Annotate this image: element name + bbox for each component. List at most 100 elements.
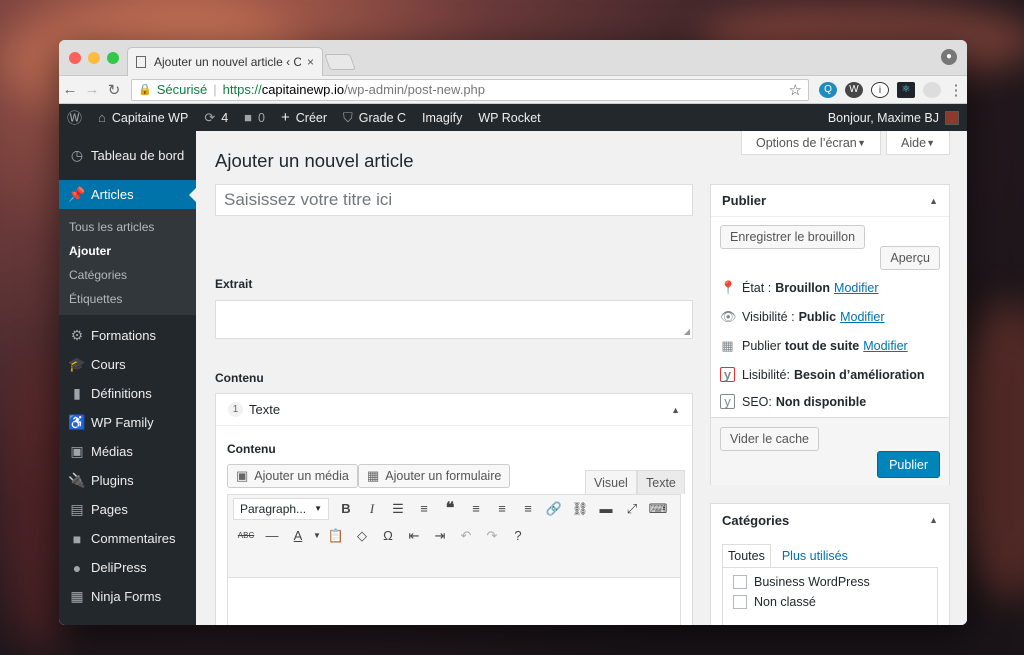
bullet-list-icon[interactable]: ☰ bbox=[385, 498, 411, 520]
align-left-icon[interactable]: ≡ bbox=[463, 498, 489, 520]
italic-icon[interactable]: I bbox=[359, 498, 385, 520]
add-media-button[interactable]: ▣ Ajouter un média bbox=[227, 464, 358, 488]
close-tab-icon[interactable]: × bbox=[307, 55, 314, 69]
adminbar-imagify[interactable]: Imagify bbox=[414, 104, 470, 131]
new-tab-button[interactable] bbox=[324, 54, 356, 70]
browser-tab[interactable]: Ajouter un nouvel article ‹ Capitaine WP… bbox=[127, 47, 323, 76]
reload-icon[interactable]: ↻ bbox=[103, 81, 125, 99]
modify-visibility-link[interactable]: Modifier bbox=[840, 310, 884, 324]
sidebar-item-plugins[interactable]: 🔌 Plugins bbox=[59, 466, 196, 495]
preview-button[interactable]: Aperçu bbox=[880, 246, 940, 270]
sidebar-item-pages[interactable]: ▤ Pages bbox=[59, 495, 196, 524]
collapse-arrow-icon[interactable]: ▲ bbox=[671, 405, 680, 415]
checkbox[interactable] bbox=[733, 575, 747, 589]
close-window-button[interactable] bbox=[69, 52, 81, 64]
horizontal-line-icon[interactable]: — bbox=[259, 525, 285, 547]
collapse-arrow-icon[interactable]: ▲ bbox=[929, 515, 938, 525]
profile-icon[interactable]: ● bbox=[941, 49, 957, 65]
sidebar-submenu-articles: Tous les articles Ajouter Catégories Éti… bbox=[59, 209, 196, 315]
submenu-tags[interactable]: Étiquettes bbox=[59, 287, 196, 311]
modify-schedule-link[interactable]: Modifier bbox=[863, 339, 907, 353]
format-select[interactable]: Paragraph... ▼ bbox=[233, 497, 329, 520]
fullscreen-icon[interactable]: ⤢ bbox=[619, 498, 645, 520]
minimize-window-button[interactable] bbox=[88, 52, 100, 64]
submenu-categories[interactable]: Catégories bbox=[59, 263, 196, 287]
sidebar-item-dashboard[interactable]: ◷ Tableau de bord bbox=[59, 141, 196, 170]
caret-down-icon[interactable]: ▼ bbox=[311, 525, 323, 547]
sidebar-item-ninja-forms[interactable]: ▦ Ninja Forms bbox=[59, 582, 196, 611]
tab-popular-categories[interactable]: Plus utilisés bbox=[777, 544, 853, 568]
sidebar-item-definitions[interactable]: ▮ Définitions bbox=[59, 379, 196, 408]
extension-react-icon[interactable]: ⚛ bbox=[897, 81, 915, 98]
bold-icon[interactable]: B bbox=[333, 498, 359, 520]
resize-grip-icon[interactable]: ◢ bbox=[684, 327, 690, 336]
eraser-icon[interactable]: ◇ bbox=[349, 525, 375, 547]
outdent-icon[interactable]: ⇤ bbox=[401, 525, 427, 547]
excerpt-textarea[interactable]: ◢ bbox=[215, 300, 693, 339]
save-draft-button[interactable]: Enregistrer le brouillon bbox=[720, 225, 866, 249]
undo-icon[interactable]: ↶ bbox=[453, 525, 479, 547]
list-item[interactable]: Non classé bbox=[723, 592, 937, 612]
paste-text-icon[interactable]: 📋 bbox=[323, 525, 349, 547]
add-form-button[interactable]: ▦ Ajouter un formulaire bbox=[358, 464, 511, 488]
tab-text[interactable]: Texte bbox=[637, 470, 685, 494]
editor-writing-area[interactable] bbox=[228, 577, 680, 625]
adminbar-updates[interactable]: ⟳ 4 bbox=[196, 104, 236, 131]
sidebar-item-cours[interactable]: 🎓 Cours bbox=[59, 350, 196, 379]
checkbox[interactable] bbox=[733, 595, 747, 609]
modify-status-link[interactable]: Modifier bbox=[834, 281, 878, 295]
strikethrough-icon[interactable]: ABC bbox=[233, 525, 259, 547]
extension-wordpress-icon[interactable]: W bbox=[845, 81, 863, 98]
back-icon[interactable]: ← bbox=[59, 81, 81, 98]
adminbar-new[interactable]: + Créer bbox=[273, 104, 335, 131]
sidebar-item-medias[interactable]: ▣ Médias bbox=[59, 437, 196, 466]
omega-icon[interactable]: Ω bbox=[375, 525, 401, 547]
numbered-list-icon[interactable]: ≡ bbox=[411, 498, 437, 520]
tab-all-categories[interactable]: Toutes bbox=[722, 544, 771, 568]
publish-button[interactable]: Publier bbox=[877, 451, 940, 478]
text-color-icon[interactable]: A bbox=[285, 525, 311, 547]
adminbar-account[interactable]: Bonjour, Maxime BJ bbox=[820, 104, 967, 131]
quote-icon[interactable]: ❝ bbox=[437, 498, 463, 520]
tab-visual[interactable]: Visuel bbox=[585, 470, 637, 494]
publish-box-header[interactable]: Publier ▲ bbox=[711, 185, 949, 217]
align-center-icon[interactable]: ≡ bbox=[489, 498, 515, 520]
extension-grey-icon[interactable] bbox=[923, 81, 941, 98]
redo-icon[interactable]: ↷ bbox=[479, 525, 505, 547]
indent-icon[interactable]: ⇥ bbox=[427, 525, 453, 547]
sidebar-item-comments[interactable]: ■ Commentaires bbox=[59, 524, 196, 553]
browser-menu-icon[interactable]: ⋮ bbox=[945, 81, 967, 99]
adminbar-site[interactable]: ⌂ Capitaine WP bbox=[90, 104, 196, 131]
adminbar-grade[interactable]: ⛉ Grade C bbox=[335, 104, 414, 131]
clear-cache-button[interactable]: Vider le cache bbox=[720, 427, 819, 451]
adminbar-wp-rocket[interactable]: WP Rocket bbox=[470, 104, 548, 131]
align-right-icon[interactable]: ≡ bbox=[515, 498, 541, 520]
submenu-add[interactable]: Ajouter bbox=[59, 239, 196, 263]
sidebar-item-formations[interactable]: ⚙ Formations bbox=[59, 321, 196, 350]
comments-count: 0 bbox=[258, 110, 265, 125]
content-block-header[interactable]: 1 Texte ▲ bbox=[216, 394, 692, 426]
zoom-window-button[interactable] bbox=[107, 52, 119, 64]
extension-q-icon[interactable]: Q bbox=[819, 81, 837, 98]
bookmark-star-icon[interactable]: ☆ bbox=[789, 81, 802, 99]
forward-icon[interactable]: → bbox=[81, 81, 103, 98]
post-title-input[interactable]: Saisissez votre titre ici bbox=[215, 184, 693, 216]
unlink-icon[interactable]: ⛓ bbox=[567, 498, 593, 520]
url-field[interactable]: 🔒 Sécurisé | https:// capitainewp.io /wp… bbox=[131, 78, 809, 101]
sidebar-item-articles[interactable]: 📌 Articles bbox=[59, 180, 196, 209]
adminbar-comments[interactable]: ■ 0 bbox=[236, 104, 273, 131]
wp-logo-icon[interactable]: Ⓦ bbox=[59, 104, 90, 131]
collapse-arrow-icon[interactable]: ▲ bbox=[929, 196, 938, 206]
sidebar-item-delipress[interactable]: ● DeliPress bbox=[59, 553, 196, 582]
categories-box-header[interactable]: Catégories ▲ bbox=[711, 504, 949, 536]
submenu-all-articles[interactable]: Tous les articles bbox=[59, 215, 196, 239]
read-more-icon[interactable]: ▬ bbox=[593, 498, 619, 520]
screen-options-button[interactable]: Options de l’écran ▼ bbox=[741, 131, 881, 155]
extension-info-icon[interactable]: i bbox=[871, 81, 889, 98]
help-button[interactable]: Aide ▼ bbox=[886, 131, 950, 155]
sidebar-item-wp-family[interactable]: ♿ WP Family bbox=[59, 408, 196, 437]
toolbar-toggle-icon[interactable]: ⌨ bbox=[645, 498, 671, 520]
list-item[interactable]: Business WordPress bbox=[723, 572, 937, 592]
help-icon[interactable]: ? bbox=[505, 525, 531, 547]
link-icon[interactable]: 🔗 bbox=[541, 498, 567, 520]
